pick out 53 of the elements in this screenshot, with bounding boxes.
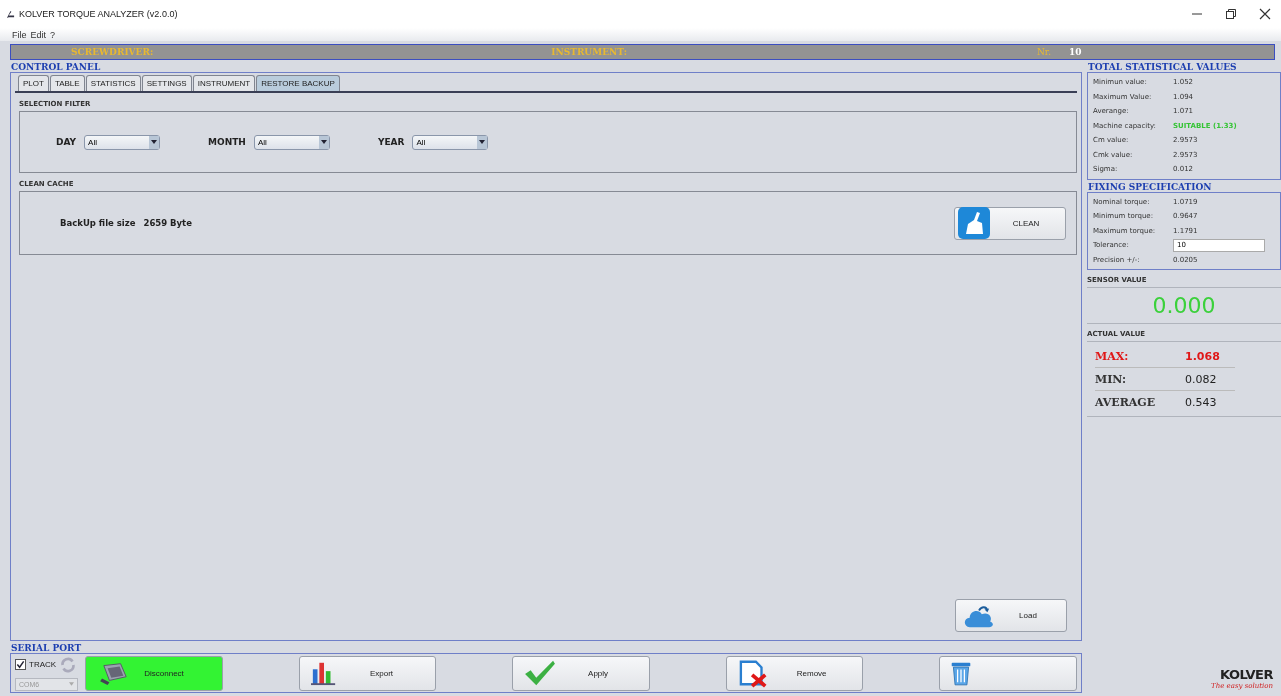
apply-button[interactable]: Apply: [512, 655, 650, 691]
backup-size-label: BackUp file size: [60, 218, 136, 228]
disconnect-button[interactable]: Disconnect: [85, 655, 223, 691]
track-checkbox[interactable]: [15, 659, 26, 670]
filter-label: DAY: [56, 137, 77, 147]
tab[interactable]: STATISTICS: [85, 75, 141, 91]
restore-icon[interactable]: [1225, 8, 1237, 20]
bar-chart-icon: [309, 660, 338, 686]
backup-size-value: 2659 Byte: [143, 218, 192, 228]
tab[interactable]: PLOT: [18, 75, 49, 91]
actual-value: 0.082: [1185, 372, 1217, 386]
broom-icon: [958, 207, 990, 239]
nr-value: 10: [1069, 47, 1082, 57]
remove-button[interactable]: Remove: [725, 655, 864, 691]
actual-label: MIN:: [1095, 372, 1128, 386]
nr-label: Nr.: [1036, 47, 1052, 57]
tab[interactable]: INSTRUMENT: [192, 75, 256, 91]
tab[interactable]: RESTORE BACKUP: [256, 75, 340, 91]
dropdown-arrow-icon: [69, 682, 74, 686]
dropdown[interactable]: All: [253, 134, 330, 150]
dropdown-arrow-icon: [479, 140, 486, 144]
menu-item[interactable]: File: [12, 29, 27, 40]
close-icon[interactable]: [1259, 8, 1271, 20]
actual-value: 0.543: [1185, 395, 1217, 409]
menu-item[interactable]: Edit: [30, 29, 47, 40]
section-title: FIXING SPECIFICATION: [1087, 180, 1213, 192]
logo-wordmark: KOLVER: [1220, 667, 1273, 682]
tab[interactable]: TABLE: [49, 75, 85, 91]
instrument-label: INSTRUMENT:: [551, 47, 627, 57]
sensor-value: 0.000: [1152, 293, 1216, 318]
tab[interactable]: SETTINGS: [141, 75, 192, 91]
checkmark-icon: [523, 659, 558, 687]
actual-value: 1.068: [1185, 349, 1220, 363]
menu-item[interactable]: ?: [50, 29, 56, 40]
section-title: SERIAL PORT: [10, 642, 83, 653]
dropdown-arrow-icon: [320, 140, 327, 144]
dropdown[interactable]: All: [84, 134, 161, 150]
delete-button[interactable]: [939, 655, 1077, 691]
screwdriver-label: SCREWDRIVER:: [71, 47, 154, 57]
export-button[interactable]: Export: [298, 655, 437, 691]
actual-label: MAX:: [1095, 349, 1130, 363]
section-title: CONTROL PANEL: [10, 61, 102, 72]
clean-button[interactable]: CLEAN: [954, 206, 1066, 240]
load-button[interactable]: Load: [955, 599, 1067, 632]
filter-label: MONTH: [208, 137, 246, 147]
track-label: TRACK: [29, 660, 57, 669]
dropdown-arrow-icon: [151, 140, 158, 144]
window-title: KOLVER TORQUE ANALYZER (v2.0.0): [19, 9, 178, 19]
filter-label: YEAR: [377, 137, 405, 147]
actual-label: AVERAGE: [1095, 395, 1157, 409]
app-logo-icon: [6, 9, 15, 19]
section-title: TOTAL STATISTICAL VALUES: [1087, 61, 1238, 72]
dropdown[interactable]: All: [412, 134, 489, 150]
